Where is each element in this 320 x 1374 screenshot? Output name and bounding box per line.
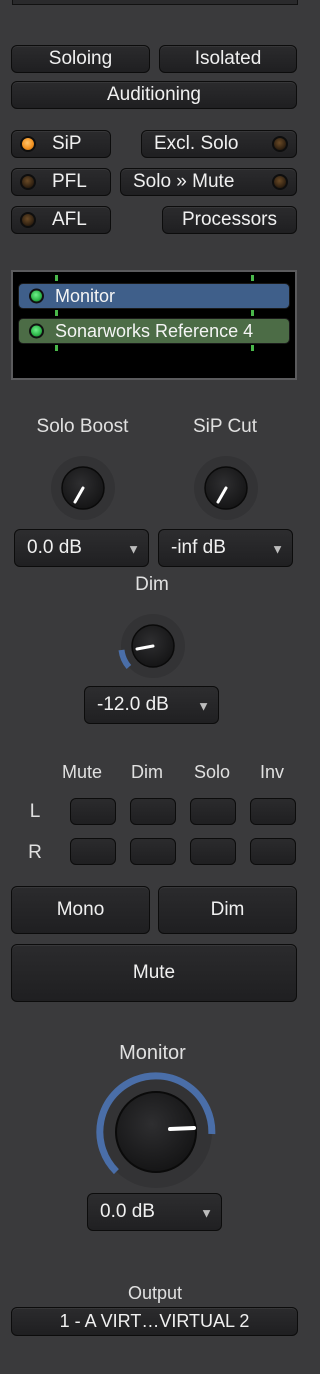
top-strip-edge (12, 0, 298, 5)
sip-button[interactable]: SiP (11, 130, 111, 158)
output-selector[interactable]: 1 - A VIRT…VIRTUAL 2 (11, 1307, 298, 1336)
output-label: Output (127, 1283, 183, 1303)
solo-mute-led-icon (272, 174, 288, 190)
auditioning-label: Auditioning (106, 84, 202, 105)
afl-label: AFL (52, 209, 87, 230)
solo-boost-knob[interactable] (47, 452, 119, 524)
pfl-led-icon (20, 174, 36, 190)
pin-marker (55, 310, 58, 316)
row-right-label: R (28, 842, 42, 863)
column-mute-label: Mute (61, 762, 103, 782)
processor-name: Monitor (55, 285, 116, 306)
dim-label: Dim (135, 574, 169, 595)
mono-label: Mono (56, 899, 105, 920)
soloing-button[interactable]: Soloing (11, 45, 150, 73)
monitor-knob[interactable] (96, 1072, 216, 1192)
afl-button[interactable]: AFL (11, 206, 111, 234)
column-dim-label: Dim (131, 762, 163, 782)
solo-boost-value: 0.0 dB (27, 537, 82, 558)
excl-solo-led-icon (272, 136, 288, 152)
dim-value: -12.0 dB (97, 694, 169, 715)
mono-button[interactable]: Mono (11, 886, 150, 934)
solo-boost-dropdown[interactable]: 0.0 dB ▼ (14, 529, 149, 567)
excl-solo-button[interactable]: Excl. Solo (141, 130, 297, 158)
monitor-label: Monitor (119, 1042, 186, 1064)
processor-active-icon (29, 288, 44, 304)
afl-led-icon (20, 212, 36, 228)
sip-led-icon (20, 136, 36, 152)
left-solo-toggle[interactable] (190, 798, 236, 825)
monitor-value: 0.0 dB (100, 1201, 155, 1222)
processor-name: Sonarworks Reference 4 (55, 320, 254, 341)
dim-button-label: Dim (210, 899, 245, 920)
sip-label: SiP (52, 133, 82, 154)
monitor-dropdown[interactable]: 0.0 dB ▼ (87, 1193, 222, 1231)
dropdown-arrow-icon: ▼ (200, 1205, 213, 1221)
pin-marker (251, 275, 254, 281)
dim-knob[interactable] (117, 610, 189, 682)
right-dim-toggle[interactable] (130, 838, 176, 865)
pin-marker (251, 310, 254, 316)
processors-button[interactable]: Processors (162, 206, 297, 234)
dim-dropdown[interactable]: -12.0 dB ▼ (84, 686, 219, 724)
solo-mute-label: Solo » Mute (133, 171, 235, 192)
column-solo-label: Solo (193, 762, 231, 782)
pfl-button[interactable]: PFL (11, 168, 111, 196)
processor-sonarworks[interactable]: Sonarworks Reference 4 (18, 318, 290, 344)
sip-cut-value: -inf dB (171, 537, 226, 558)
processor-active-icon (29, 323, 44, 339)
column-inv-label: Inv (259, 762, 284, 782)
right-solo-toggle[interactable] (190, 838, 236, 865)
sip-cut-knob[interactable] (190, 452, 262, 524)
dropdown-arrow-icon: ▼ (127, 541, 140, 557)
right-mute-toggle[interactable] (70, 838, 116, 865)
pin-marker (55, 345, 58, 351)
row-left-label: L (29, 801, 41, 822)
dim-button[interactable]: Dim (158, 886, 297, 934)
processor-monitor[interactable]: Monitor (18, 283, 290, 309)
sip-cut-dropdown[interactable]: -inf dB ▼ (158, 529, 293, 567)
solo-mute-button[interactable]: Solo » Mute (120, 168, 297, 196)
pin-marker (55, 275, 58, 281)
dropdown-arrow-icon: ▼ (271, 541, 284, 557)
sip-cut-label: SiP Cut (192, 416, 258, 437)
solo-boost-label: Solo Boost (36, 416, 129, 437)
left-inv-toggle[interactable] (250, 798, 296, 825)
output-value: 1 - A VIRT…VIRTUAL 2 (59, 1311, 250, 1331)
processor-box[interactable]: Monitor Sonarworks Reference 4 (11, 270, 297, 380)
left-mute-toggle[interactable] (70, 798, 116, 825)
processors-label: Processors (181, 209, 278, 230)
auditioning-button[interactable]: Auditioning (11, 81, 297, 109)
isolated-label: Isolated (194, 48, 262, 69)
soloing-label: Soloing (48, 48, 113, 69)
mute-button[interactable]: Mute (11, 944, 297, 1002)
isolated-button[interactable]: Isolated (159, 45, 297, 73)
mute-label: Mute (132, 962, 176, 983)
dropdown-arrow-icon: ▼ (197, 698, 210, 714)
pfl-label: PFL (52, 171, 87, 192)
pin-marker (251, 345, 254, 351)
left-dim-toggle[interactable] (130, 798, 176, 825)
right-inv-toggle[interactable] (250, 838, 296, 865)
excl-solo-label: Excl. Solo (154, 133, 239, 154)
